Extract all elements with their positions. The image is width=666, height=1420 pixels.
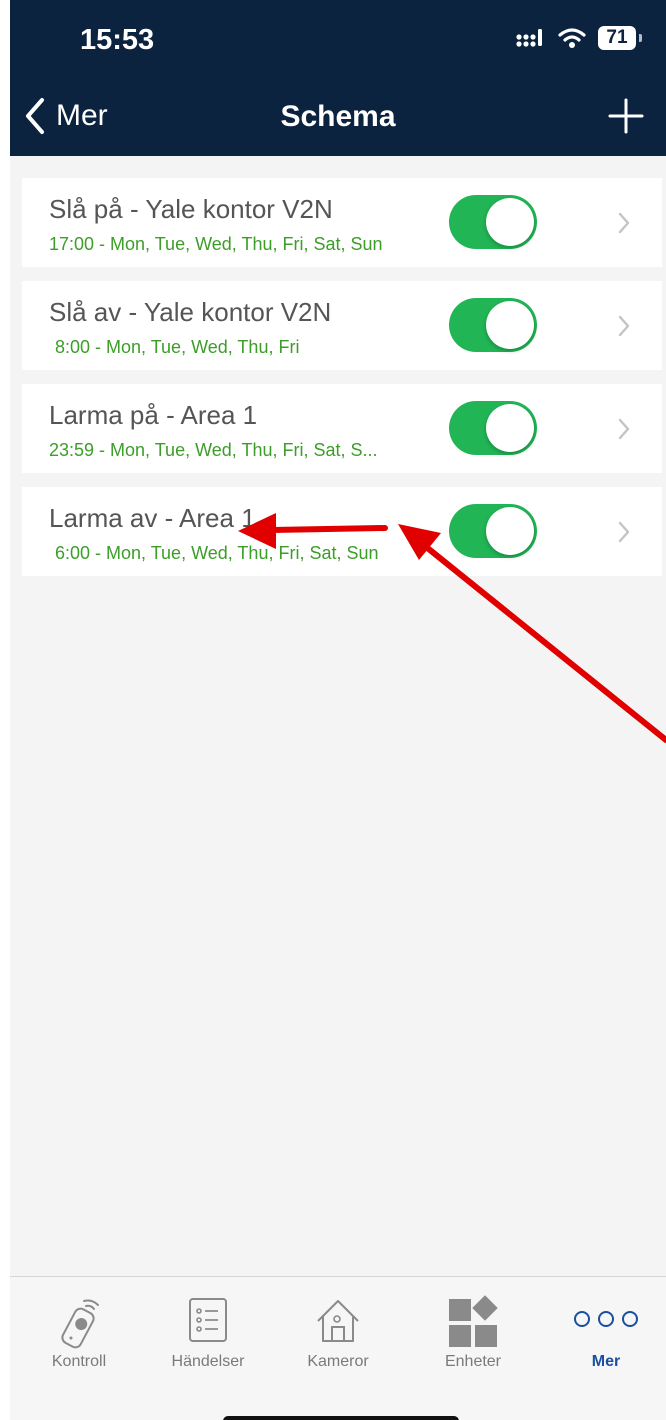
schedule-row[interactable]: Larma på - Area 1 23:59 - Mon, Tue, Wed,… — [22, 384, 662, 473]
remote-control-icon — [61, 1299, 99, 1349]
schedule-row[interactable]: Larma av - Area 1 6:00 - Mon, Tue, Wed, … — [22, 487, 662, 576]
schedule-toggle[interactable] — [449, 504, 537, 558]
chevron-right-icon — [618, 418, 630, 440]
more-dots-icon — [574, 1311, 638, 1327]
plus-icon — [608, 98, 644, 134]
status-icons: 71 — [516, 26, 642, 50]
schedule-toggle[interactable] — [449, 298, 537, 352]
schedule-subtitle: 6:00 - Mon, Tue, Wed, Thu, Fri, Sat, Sun — [55, 543, 379, 563]
tab-kameror[interactable]: Kameror — [283, 1277, 393, 1387]
schedule-toggle[interactable] — [449, 195, 537, 249]
toggle-knob — [486, 198, 534, 246]
schedule-title: Slå av - Yale kontor V2N — [49, 297, 332, 327]
add-schedule-button[interactable] — [606, 96, 646, 136]
tab-enheter[interactable]: Enheter — [418, 1277, 528, 1387]
tab-label: Enheter — [444, 1353, 502, 1370]
schedule-row[interactable]: Slå av - Yale kontor V2N 8:00 - Mon, Tue… — [22, 281, 662, 370]
chevron-right-icon — [618, 212, 630, 234]
schedule-list: Slå på - Yale kontor V2N 17:00 - Mon, Tu… — [22, 178, 662, 590]
devices-grid-icon — [449, 1295, 498, 1347]
schedule-row[interactable]: Slå på - Yale kontor V2N 17:00 - Mon, Tu… — [22, 178, 662, 267]
event-list-icon — [189, 1298, 227, 1342]
schedule-title: Larma på - Area 1 — [49, 400, 258, 430]
page-title: Schema — [280, 100, 396, 133]
battery-icon: 71 — [598, 26, 642, 50]
schedule-subtitle: 23:59 - Mon, Tue, Wed, Thu, Fri, Sat, S.… — [49, 440, 378, 460]
status-time: 15:53 — [80, 24, 155, 56]
schedule-title: Slå på - Yale kontor V2N — [49, 194, 333, 224]
schedule-subtitle: 17:00 - Mon, Tue, Wed, Thu, Fri, Sat, Su… — [49, 234, 383, 254]
tab-bar: Kontroll Händelser Kameror Enheter Mer — [10, 1276, 666, 1420]
tab-handelser[interactable]: Händelser — [153, 1277, 263, 1387]
chevron-right-icon — [618, 315, 630, 337]
tab-label: Mer — [591, 1353, 621, 1370]
tab-kontroll[interactable]: Kontroll — [24, 1277, 134, 1387]
schedule-title: Larma av - Area 1 — [49, 503, 256, 533]
camera-house-icon — [317, 1300, 359, 1342]
tab-label: Händelser — [171, 1353, 245, 1370]
toggle-knob — [486, 507, 534, 555]
schedule-toggle[interactable] — [449, 401, 537, 455]
header: 15:53 71 Mer Schema — [10, 0, 666, 156]
chevron-right-icon — [618, 521, 630, 543]
toggle-knob — [486, 301, 534, 349]
tab-label: Kameror — [307, 1353, 369, 1370]
schedule-subtitle: 8:00 - Mon, Tue, Wed, Thu, Fri — [55, 337, 300, 357]
home-indicator — [223, 1416, 459, 1420]
tab-mer[interactable]: Mer — [551, 1277, 661, 1387]
tab-label: Kontroll — [51, 1353, 107, 1370]
toggle-knob — [486, 404, 534, 452]
wifi-icon — [558, 28, 586, 48]
cellular-signal-icon — [516, 29, 542, 47]
app-screen: 15:53 71 Mer Schema Slå på - Yale kontor… — [10, 0, 666, 1420]
